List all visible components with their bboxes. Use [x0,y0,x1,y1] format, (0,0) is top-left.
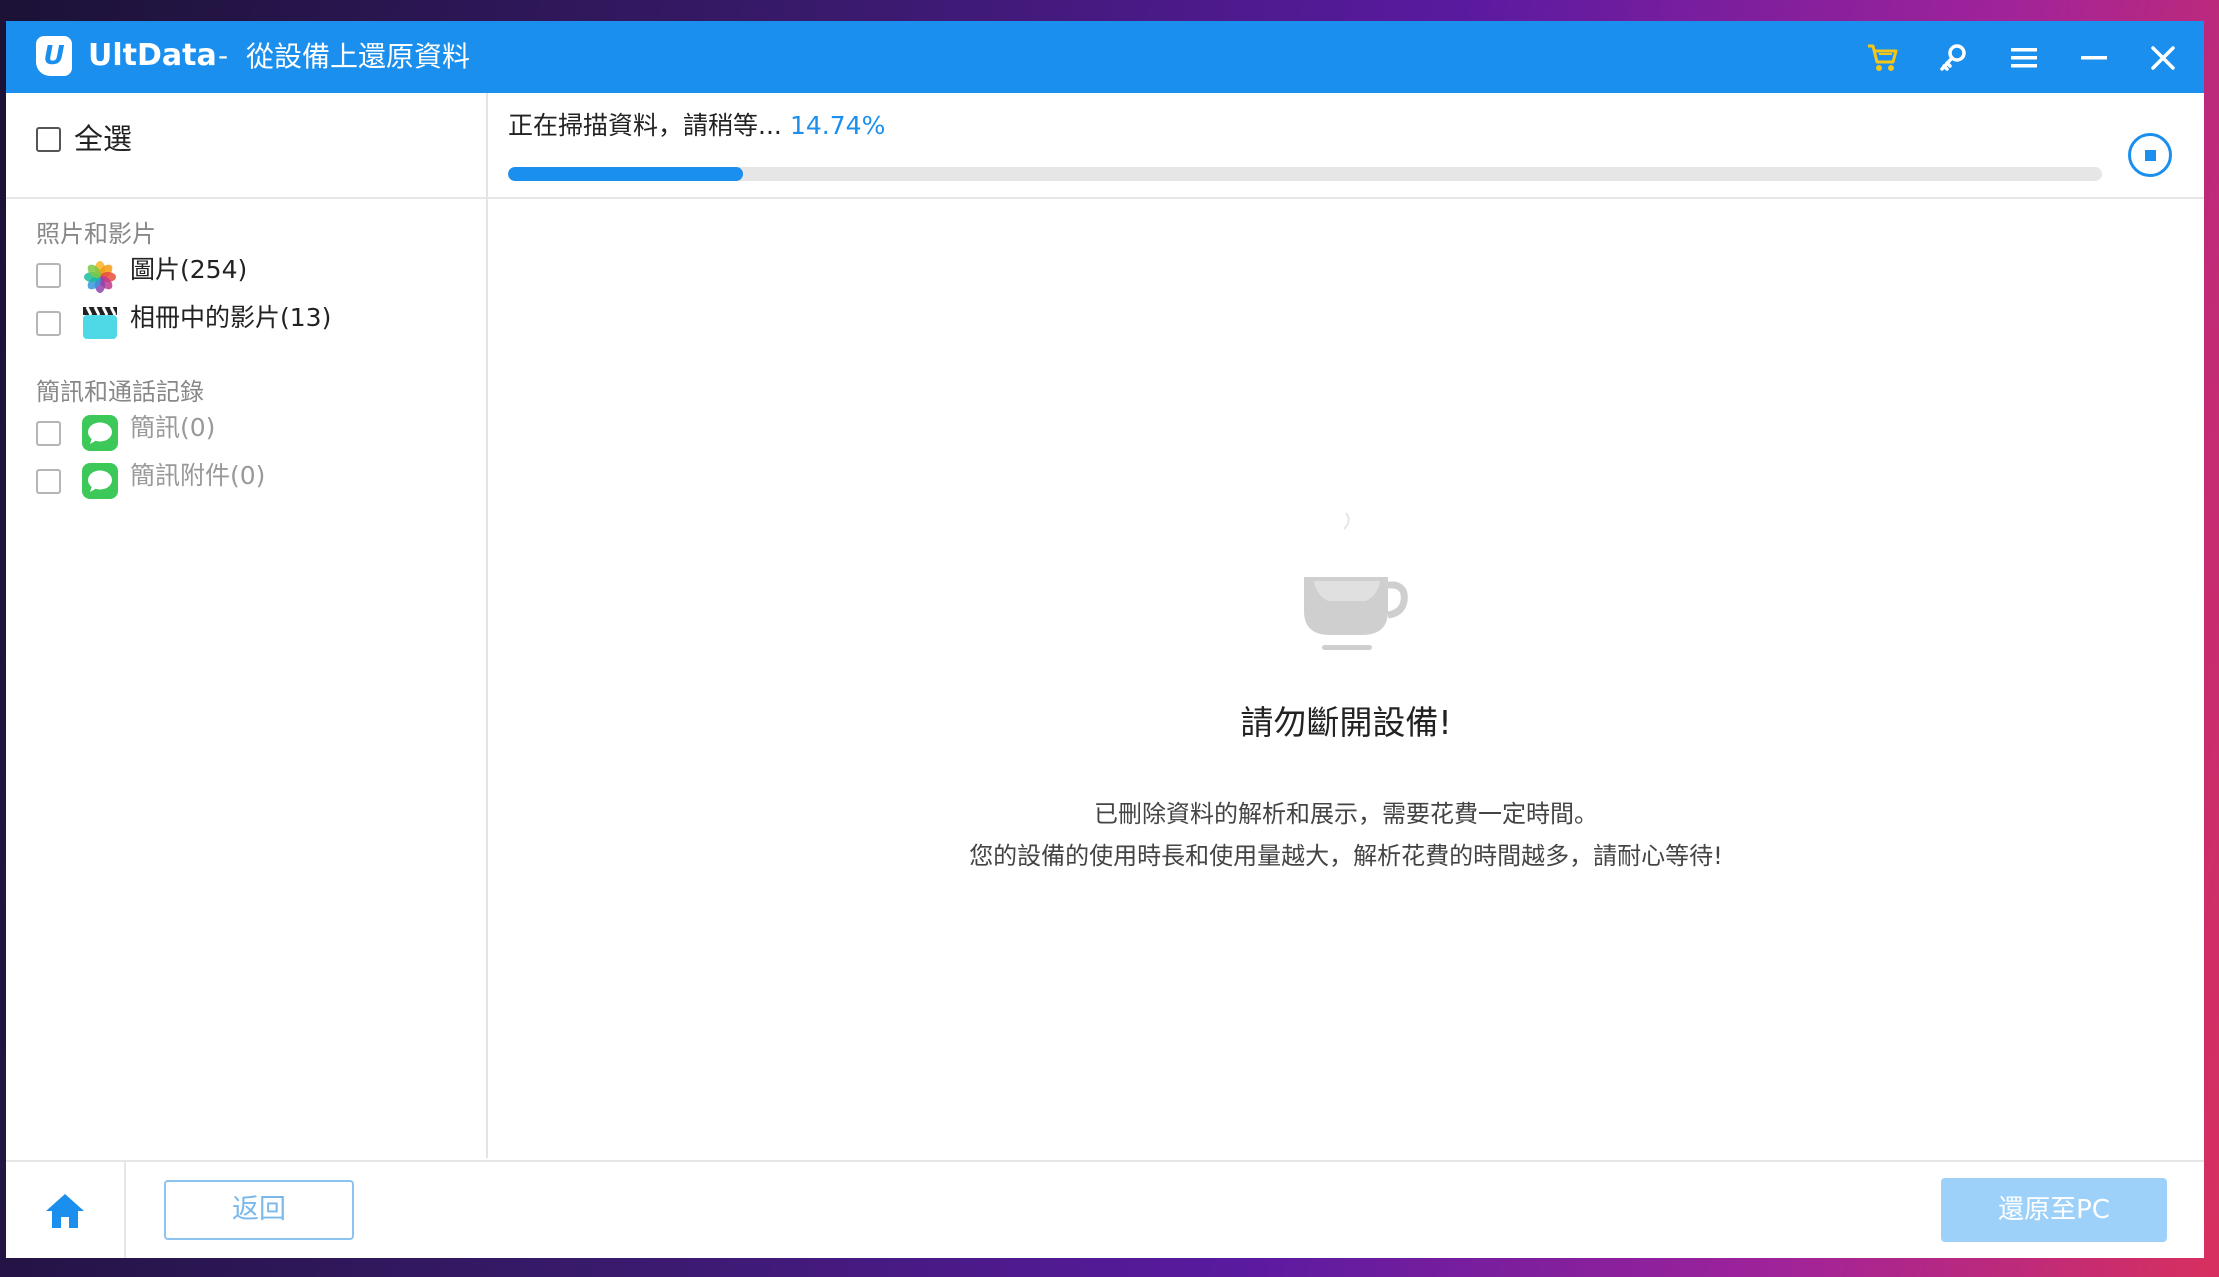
sidebar-item-label: 圖片(254) [130,255,248,284]
scan-status-text: 正在掃描資料，請稍等... [508,111,782,140]
title-bar: U UltData - 從設備上還原資料 [6,21,2204,93]
description-line-2: 您的設備的使用時長和使用量越大，解析花費的時間越多，請耐心等待! [969,842,1723,870]
home-button[interactable] [6,1162,126,1258]
ultdata-logo-icon: U [36,36,72,76]
photos-checkbox[interactable] [36,263,61,288]
scan-progress-bar [508,167,2102,181]
scan-progress-fill [508,167,743,181]
app-name: UltData [88,38,217,73]
group-title-messages-calls: 簡訊和通話記錄 [36,378,204,406]
messages-icon [82,463,118,499]
menu-icon[interactable] [2007,41,2041,75]
minimize-icon[interactable] [2077,41,2111,75]
photos-icon [82,259,118,295]
scan-progress-area: 正在掃描資料，請稍等... 14.74% [488,93,2204,199]
select-all-checkbox[interactable] [36,127,61,152]
category-sidebar: 全選 照片和影片 圖片(254) 相冊中的影片(13) 簡訊和通話記錄 簡訊(0… [6,93,488,1158]
app-window: U UltData - 從設備上還原資料 全選 照片和影片 圖片(254) 相冊… [6,21,2204,1258]
bottom-bar: 返回 還原至PC [6,1160,2204,1258]
close-icon[interactable] [2146,41,2180,75]
message-attachments-checkbox[interactable] [36,469,61,494]
group-title-photos-videos: 照片和影片 [36,220,156,248]
cart-icon[interactable] [1866,41,1900,75]
description-line-1: 已刪除資料的解析和展示，需要花費一定時間。 [1094,800,1598,828]
select-all-label: 全選 [74,122,133,156]
sidebar-item-label: 簡訊附件(0) [130,461,266,490]
scan-percent-text: 14.74% [790,111,886,140]
album-videos-checkbox[interactable] [36,311,61,336]
home-icon [46,1194,84,1228]
scan-message-panel: 請勿斷開設備! 已刪除資料的解析和展示，需要花費一定時間。 您的設備的使用時長和… [488,197,2204,1157]
select-all-row[interactable]: 全選 [6,93,486,199]
messages-checkbox[interactable] [36,421,61,446]
video-clapper-icon [82,303,118,339]
sidebar-item-label: 簡訊(0) [130,413,216,442]
messages-icon [82,415,118,451]
key-icon[interactable] [1936,41,1970,75]
window-title: 從設備上還原資料 [246,40,471,73]
stop-icon [2144,149,2156,161]
sidebar-item-label: 相冊中的影片(13) [130,303,332,332]
coffee-cup-icon [1288,507,1418,661]
back-button[interactable]: 返回 [164,1180,354,1240]
stop-scan-button[interactable] [2128,133,2172,177]
restore-to-pc-button[interactable]: 還原至PC [1941,1178,2167,1242]
do-not-disconnect-headline: 請勿斷開設備! [1240,703,1452,742]
title-separator: - [218,39,229,72]
